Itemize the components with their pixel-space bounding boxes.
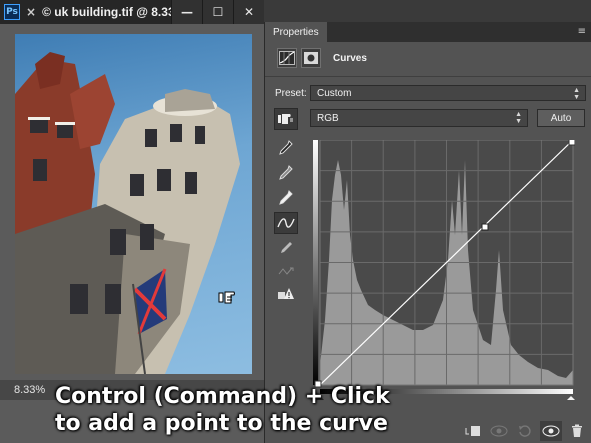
minimize-button[interactable]: — [171,0,202,24]
curve-icon [277,218,295,228]
maximize-button[interactable]: ☐ [202,0,233,24]
tutorial-caption: Control (Command) + Click to add a point… [0,382,591,443]
document-window: Ps × © uk building.tif @ 8.33... — ☐ ✕ 8… [0,0,264,443]
curves-graph[interactable] [313,138,576,400]
layer-mask-icon[interactable] [301,48,321,68]
clipping-warning-icon [278,288,294,299]
panel-menu-icon[interactable]: ≡ [578,26,586,37]
close-window-button[interactable]: ✕ [233,0,264,24]
document-title: © uk building.tif @ 8.33... [42,5,185,19]
channel-dropdown[interactable]: RGB ▲ ▼ [310,109,528,127]
divider [265,76,591,77]
dropdown-arrows-icon: ▲ ▼ [515,111,522,125]
building-photo [15,52,240,374]
dropdown-arrows-icon: ▲ ▼ [573,87,580,101]
target-adjust-icon [278,114,293,124]
sample-black-eyedropper[interactable] [274,137,298,159]
tab-properties[interactable]: Properties [265,22,327,42]
eyedropper-white-icon [279,190,293,205]
preset-value: Custom [317,87,352,99]
smooth-icon [278,267,294,275]
channel-value: RGB [317,112,339,124]
target-adjust-tool[interactable] [274,108,298,130]
clipping-toggle[interactable] [274,283,298,305]
caption-line-1: Control (Command) + Click [55,384,390,409]
panel-title: Curves [333,52,367,64]
preset-label: Preset: [275,88,307,99]
pencil-icon [281,242,292,253]
edit-points-tool[interactable] [274,212,298,234]
caption-line-2: to add a point to the curve [55,411,388,436]
targeted-adjustment-cursor-icon [218,288,240,310]
curves-adjustment-icon[interactable] [277,48,297,68]
document-canvas[interactable] [15,34,252,374]
sample-gray-eyedropper[interactable] [274,162,298,184]
output-gradient-bar [313,140,318,385]
document-titlebar[interactable]: Ps × © uk building.tif @ 8.33... — ☐ ✕ [0,0,264,24]
smooth-tool [274,260,298,282]
close-document-icon[interactable]: × [26,5,36,19]
photoshop-logo-icon: Ps [4,4,20,20]
sample-white-eyedropper[interactable] [274,187,298,209]
eyedropper-gray-icon [279,165,293,180]
properties-panel: Properties ≡ Curves Preset: Custom ▲ ▼ RG… [264,22,591,443]
preset-dropdown[interactable]: Custom ▲ ▼ [310,85,586,101]
auto-button[interactable]: Auto [537,109,585,127]
properties-tabbar: Properties ≡ [265,22,591,42]
eyedropper-black-icon [279,140,293,155]
curve-point-white [568,138,576,146]
pencil-tool[interactable] [274,237,298,259]
curve-point-added [481,223,489,231]
